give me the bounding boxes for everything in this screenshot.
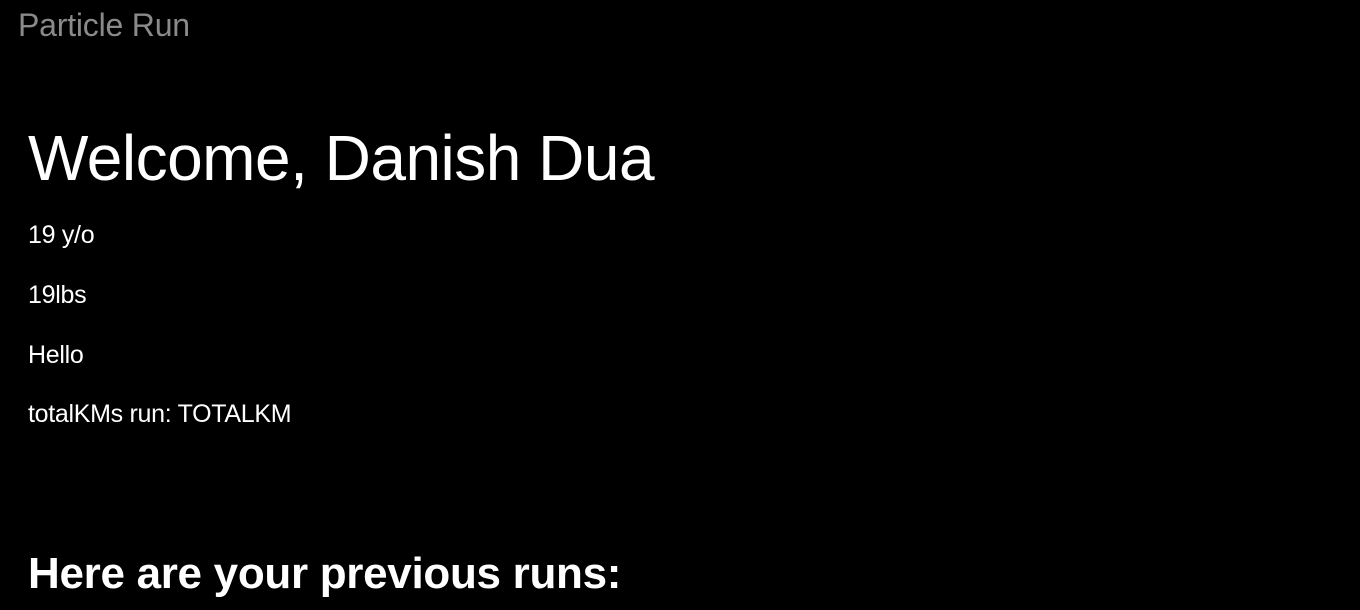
age-text: 19 y/o (28, 221, 95, 249)
greeting-text: Hello (28, 341, 84, 369)
previous-runs-heading: Here are your previous runs: (28, 549, 622, 598)
total-km-text: totalKMs run: TOTALKM (28, 400, 292, 428)
weight-text: 19lbs (28, 281, 87, 309)
page: Particle Run Welcome, Danish Dua 19 y/o … (0, 0, 1360, 610)
brand-link[interactable]: Particle Run (18, 6, 190, 44)
welcome-heading: Welcome, Danish Dua (28, 122, 655, 194)
